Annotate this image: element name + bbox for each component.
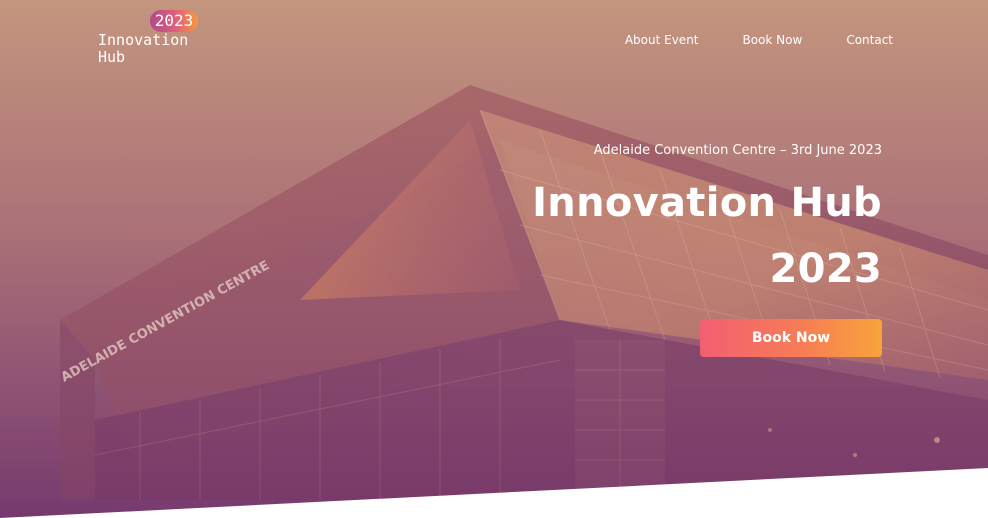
- nav-about-event[interactable]: About Event: [625, 32, 699, 48]
- building-sign-text: ADELAIDE CONVENTION CENTRE: [59, 258, 272, 385]
- nav-contact[interactable]: Contact: [846, 32, 893, 48]
- hero-title: Innovation Hub 2023: [422, 170, 882, 302]
- book-now-button[interactable]: Book Now: [700, 319, 882, 357]
- site-logo[interactable]: Innovation Hub 2023: [98, 10, 208, 70]
- hero-section: ADELAIDE CONVENTION CENTRE Innovation Hu…: [0, 0, 988, 518]
- nav-book-now[interactable]: Book Now: [743, 32, 803, 48]
- main-nav: About Event Book Now Contact: [625, 32, 893, 48]
- hero-title-line-1: Innovation Hub: [532, 180, 882, 226]
- hero-subtitle: Adelaide Convention Centre – 3rd June 20…: [593, 143, 882, 158]
- logo-year-badge: 2023: [150, 10, 198, 32]
- logo-name: Innovation Hub: [98, 31, 189, 66]
- hero-title-line-2: 2023: [769, 246, 882, 292]
- hero-content: Adelaide Convention Centre – 3rd June 20…: [422, 142, 882, 302]
